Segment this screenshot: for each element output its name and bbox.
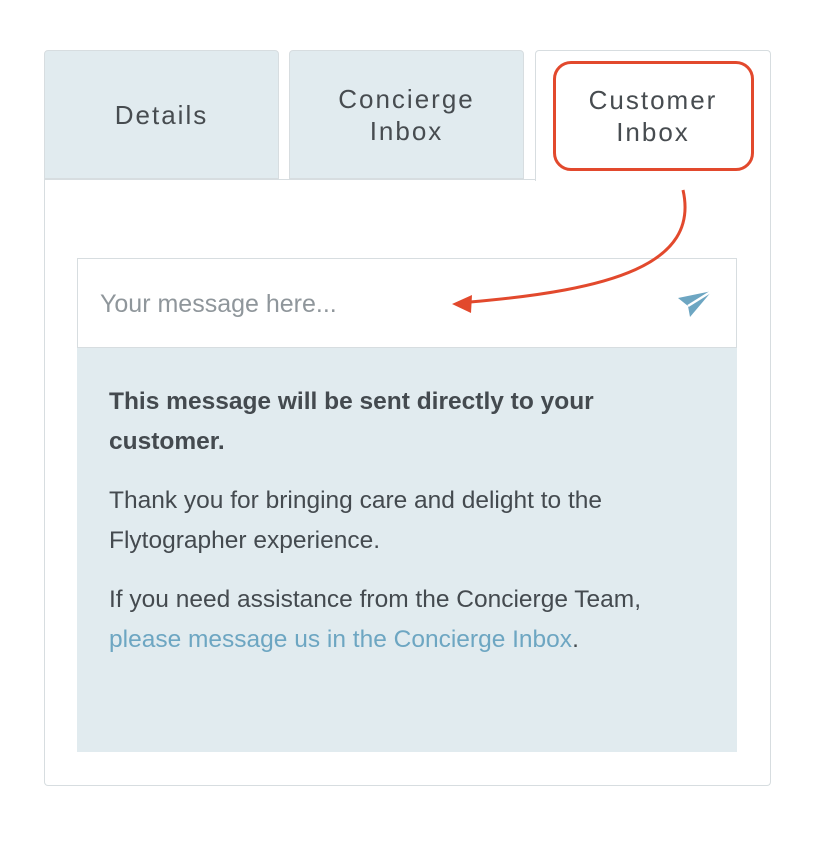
tab-concierge-inbox[interactable]: Concierge Inbox [289, 50, 524, 179]
concierge-inbox-link[interactable]: please message us in the Concierge Inbox [109, 626, 572, 653]
tab-details-label: Details [114, 99, 209, 130]
tab-details[interactable]: Details [44, 50, 279, 179]
tab-concierge-inbox-label: Concierge Inbox [338, 83, 475, 146]
tab-divider [44, 179, 535, 180]
tab-customer-inbox[interactable]: Customer Inbox [535, 50, 771, 181]
notice-help-prefix: If you need assistance from the Concierg… [109, 586, 642, 613]
customer-message-notice: This message will be sent directly to yo… [77, 348, 737, 752]
notice-heading: This message will be sent directly to yo… [109, 388, 594, 455]
tab-customer-inbox-label: Customer Inbox [588, 85, 718, 147]
notice-help: If you need assistance from the Concierg… [109, 580, 705, 660]
send-button[interactable] [676, 289, 714, 319]
message-composer [77, 258, 737, 348]
message-input[interactable] [98, 279, 662, 329]
notice-help-suffix: . [572, 626, 579, 653]
paper-plane-icon [678, 289, 713, 317]
notice-thanks: Thank you for bringing care and delight … [109, 487, 603, 554]
